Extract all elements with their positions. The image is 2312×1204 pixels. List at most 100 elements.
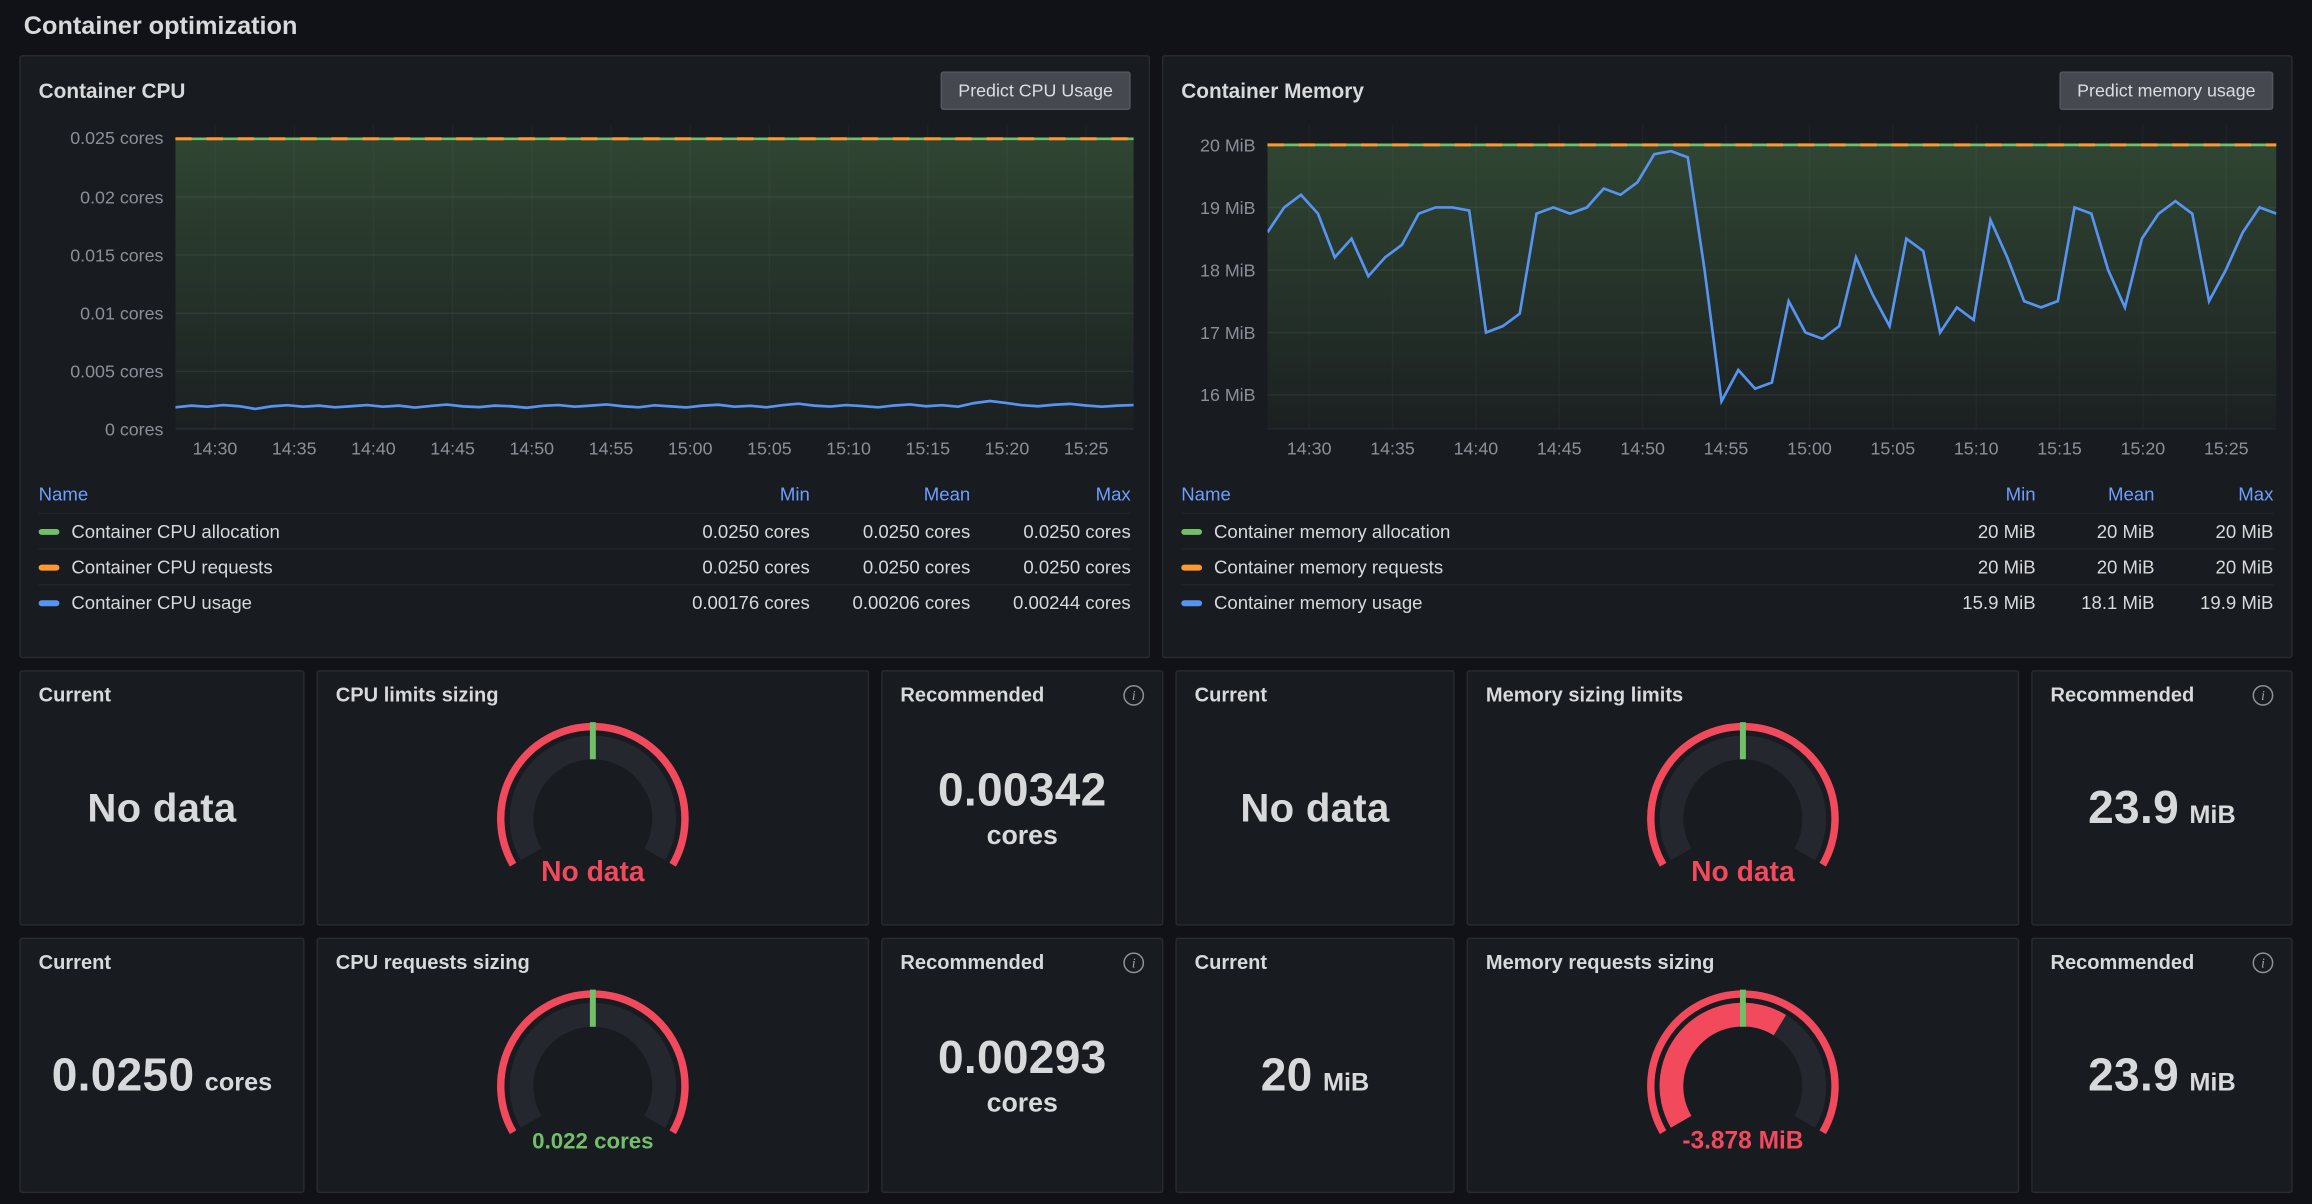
cpu-legend: Name Min Mean Max Container CPU allocation 0.… [39,477,1131,620]
cpu-requests-recommended-panel: Recommended i 0.00293 cores [881,938,1163,1194]
x-tick-label: 14:45 [1537,438,1582,459]
gauge-title: CPU limits sizing [336,683,499,705]
legend-header-name[interactable]: Name [39,484,89,505]
info-icon[interactable]: i [2253,684,2274,705]
legend-series-name[interactable]: Container CPU allocation [71,521,280,542]
legend-row: Container memory allocation20 MiB20 MiB2… [1181,513,2273,549]
legend-min-value: 20 MiB [1917,521,2036,542]
legend-min-value: 0.0250 cores [649,521,809,542]
info-icon[interactable]: i [1123,952,1144,973]
x-tick-label: 14:50 [1620,438,1665,459]
legend-header-min[interactable]: Min [2006,484,2036,505]
stat-unit: MiB [1323,1069,1369,1099]
gauge-title: Memory sizing limits [1486,683,1683,705]
cpu-panel-title: Container CPU [39,79,186,103]
cpu-requests-gauge: 0.022 cores [336,973,850,1181]
x-tick-label: 15:10 [826,438,871,459]
stat-unit: cores [987,1087,1058,1118]
legend-max-value: 20 MiB [2154,521,2273,542]
legend-header-mean[interactable]: Mean [2108,484,2154,505]
info-icon[interactable]: i [2253,952,2274,973]
y-tick-label: 0.01 cores [80,303,163,324]
y-tick-label: 0.015 cores [70,245,163,266]
memory-requests-gauge: -3.878 MiB [1486,973,2000,1181]
legend-row: Container CPU allocation0.0250 cores0.02… [39,513,1131,549]
legend-header-row: Name Min Mean Max [39,477,1131,513]
legend-min-value: 20 MiB [1917,556,2036,577]
legend-mean-value: 0.00206 cores [810,592,970,613]
panel-header: Container CPU Predict CPU Usage [39,68,1131,113]
cpu-requests-current-panel: Current 0.0250 cores [19,938,304,1194]
memory-chart: 16 MiB17 MiB18 MiB19 MiB20 MiB14:3014:35… [1181,125,2273,468]
x-tick-label: 14:30 [193,438,238,459]
page-title: Container optimization [19,9,2292,55]
y-tick-label: 0 cores [105,419,163,440]
memory-limits-gauge: No data [1486,706,2000,914]
panel-header: Container Memory Predict memory usage [1181,68,2273,113]
gauge-arc: No data [467,706,720,914]
x-tick-label: 15:25 [2204,438,2249,459]
stat-value: 0.00293 [938,1034,1107,1082]
legend-header-max[interactable]: Max [1096,484,1131,505]
legend-row: Container memory requests20 MiB20 MiB20 … [1181,548,2273,584]
predict-cpu-usage-button[interactable]: Predict CPU Usage [940,71,1130,110]
y-tick-label: 17 MiB [1200,322,1256,343]
legend-header-name[interactable]: Name [1181,484,1231,505]
x-tick-label: 15:10 [1954,438,1999,459]
memory-panel-title: Container Memory [1181,79,1364,103]
y-tick-label: 0.005 cores [70,361,163,382]
legend-series-name[interactable]: Container CPU requests [71,556,272,577]
x-tick-label: 14:45 [430,438,475,459]
stat-value: 23.9 [2088,1052,2179,1100]
gauge-title: CPU requests sizing [336,951,530,973]
series-color-swatch [39,600,60,606]
y-tick-label: 18 MiB [1200,260,1256,281]
y-tick-label: 0.02 cores [80,186,163,207]
stat-value: 0.0250 [52,1052,195,1100]
legend-mean-value: 0.0250 cores [810,556,970,577]
x-tick-label: 14:30 [1287,438,1332,459]
stat-value: 20 [1261,1052,1313,1100]
stat-title: Current [1195,951,1267,973]
cpu-limits-current-panel: Current No data [19,670,304,926]
y-axis: 0 cores0.005 cores0.01 cores0.015 cores0… [39,125,164,430]
x-tick-label: 15:05 [747,438,792,459]
legend-max-value: 19.9 MiB [2154,592,2273,613]
legend-series-name[interactable]: Container CPU usage [71,592,252,613]
legend-row: Container CPU usage0.00176 cores0.00206 … [39,584,1131,620]
memory-limits-current-panel: Current No data [1175,670,1454,926]
stat-unit: cores [205,1069,272,1099]
stat-title: Current [39,683,111,705]
cpu-chart: 0 cores 0.005 cores 0.01 cores 0.015 cores 0… [39,125,1131,468]
legend-series-name[interactable]: Container memory usage [1214,592,1423,613]
legend-header-mean[interactable]: Mean [924,484,970,505]
stat-title: Current [1195,683,1267,705]
plot-area [175,125,1133,430]
stat-title: Recommended [900,951,1044,973]
legend-header-max[interactable]: Max [2238,484,2273,505]
stat-value: No data [87,788,236,830]
memory-limits-recommended-panel: Recommended i 23.9 MiB [2031,670,2293,926]
plot-area [1267,125,2276,430]
x-tick-label: 14:40 [1454,438,1499,459]
legend-header-min[interactable]: Min [780,484,810,505]
legend-max-value: 0.0250 cores [970,556,1130,577]
gauge-arc: No data [1617,706,1870,914]
y-axis: 16 MiB17 MiB18 MiB19 MiB20 MiB [1181,125,1255,430]
legend-min-value: 0.0250 cores [649,556,809,577]
memory-requests-recommended-panel: Recommended i 23.9 MiB [2031,938,2293,1194]
series-color-swatch [39,564,60,570]
x-tick-label: 14:40 [351,438,396,459]
legend-series-name[interactable]: Container memory allocation [1214,521,1450,542]
predict-memory-usage-button[interactable]: Predict memory usage [2059,71,2273,110]
legend-series-name[interactable]: Container memory requests [1214,556,1443,577]
memory-requests-current-panel: Current 20 MiB [1175,938,1454,1194]
gauge-value: No data [541,855,645,887]
stat-title: Recommended [900,683,1044,705]
info-icon[interactable]: i [1123,684,1144,705]
legend-max-value: 0.00244 cores [970,592,1130,613]
gauge-value: -3.878 MiB [1682,1128,1803,1155]
legend-mean-value: 20 MiB [2036,556,2155,577]
container-cpu-panel: Container CPU Predict CPU Usage 0 cores0… [19,55,1150,658]
legend-header-row: Name Min Mean Max [1181,477,2273,513]
